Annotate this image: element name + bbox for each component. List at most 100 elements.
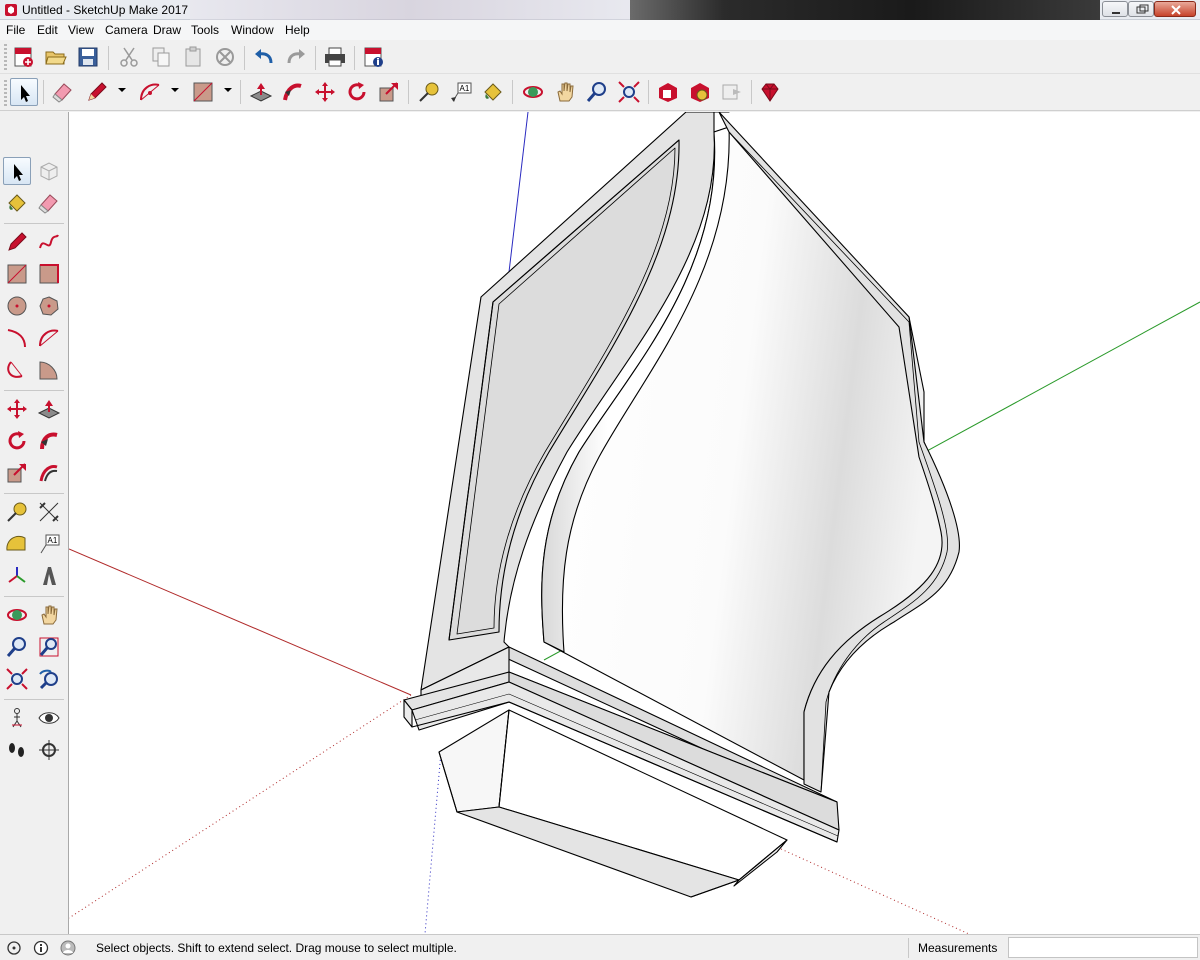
position-camera-tool-button[interactable] — [3, 704, 31, 732]
cut-button[interactable] — [115, 43, 143, 71]
erase-button[interactable] — [211, 43, 239, 71]
large-tool-set-toolbar: A1 — [0, 112, 69, 934]
svg-text:A1: A1 — [48, 536, 58, 545]
modeling-viewport[interactable] — [69, 112, 1200, 934]
circle-tool-button[interactable] — [3, 292, 31, 320]
arc-tool-button[interactable] — [3, 324, 31, 352]
previous-view-button[interactable] — [35, 665, 63, 693]
text-tool-button[interactable]: A1 — [447, 78, 475, 106]
svg-text:A1: A1 — [460, 84, 470, 93]
follow-me-tool-button[interactable] — [35, 427, 63, 455]
paint-bucket-tool-button[interactable] — [479, 78, 507, 106]
menu-help[interactable]: Help — [285, 23, 310, 37]
menu-file[interactable]: File — [6, 23, 25, 37]
minimize-icon — [1112, 12, 1120, 14]
orbit-icon — [523, 86, 543, 98]
geo-location-icon[interactable] — [6, 940, 22, 956]
pan-tool-button[interactable] — [35, 601, 63, 629]
zoom-extents-tool-button[interactable] — [615, 78, 643, 106]
pie-tool-button[interactable] — [35, 356, 63, 384]
make-component-button[interactable] — [35, 157, 63, 185]
chevron-down-icon[interactable] — [224, 86, 232, 94]
move-tool-button[interactable] — [3, 395, 31, 423]
select-tool-button[interactable] — [3, 157, 31, 185]
tape-measure-tool-button[interactable] — [415, 78, 443, 106]
orbit-tool-button[interactable] — [519, 78, 547, 106]
eraser-tool-button[interactable] — [35, 189, 63, 217]
measurements-input[interactable] — [1008, 937, 1198, 958]
dimension-tool-button[interactable] — [35, 498, 63, 526]
zoom-window-tool-button[interactable] — [35, 633, 63, 661]
corbel-model[interactable] — [403, 112, 960, 898]
layout-button[interactable] — [718, 78, 746, 106]
open-button[interactable] — [42, 43, 70, 71]
move-tool-button[interactable] — [311, 78, 339, 106]
blue-axis-dotted — [424, 751, 442, 934]
zoom-tool-button[interactable] — [583, 78, 611, 106]
zoom-extents-tool-button[interactable] — [3, 665, 31, 693]
extension-warehouse-button[interactable] — [686, 78, 714, 106]
rectangle-tool-button[interactable] — [3, 260, 31, 288]
follow-me-tool-button[interactable] — [279, 78, 307, 106]
tape-measure-icon — [7, 502, 27, 522]
model-info-button[interactable] — [360, 43, 388, 71]
restore-button[interactable] — [1128, 1, 1154, 17]
rectangle-tool-button[interactable] — [189, 78, 217, 106]
look-around-icon — [38, 712, 60, 724]
two-point-arc-tool-button[interactable] — [35, 324, 63, 352]
menu-draw[interactable]: Draw — [153, 23, 181, 37]
orbit-tool-button[interactable] — [3, 601, 31, 629]
rotate-tool-button[interactable] — [343, 78, 371, 106]
copy-button[interactable] — [147, 43, 175, 71]
toolbar-grip[interactable] — [4, 80, 7, 106]
paint-bucket-tool-button[interactable] — [3, 189, 31, 217]
model-canvas[interactable] — [69, 112, 1200, 934]
scale-tool-button[interactable] — [375, 78, 403, 106]
menu-edit[interactable]: Edit — [37, 23, 58, 37]
offset-tool-button[interactable] — [35, 459, 63, 487]
tape-measure-tool-button[interactable] — [3, 498, 31, 526]
menu-view[interactable]: View — [68, 23, 94, 37]
undo-button[interactable] — [250, 43, 278, 71]
menu-window[interactable]: Window — [231, 23, 274, 37]
eraser-tool-button[interactable] — [49, 78, 77, 106]
menu-camera[interactable]: Camera — [105, 23, 148, 37]
extension-manager-button[interactable] — [756, 78, 784, 106]
3d-warehouse-button[interactable] — [654, 78, 682, 106]
pencil-tool-button[interactable] — [83, 78, 111, 106]
minimize-button[interactable] — [1102, 1, 1128, 17]
chevron-down-icon[interactable] — [118, 86, 126, 94]
scale-tool-button[interactable] — [3, 459, 31, 487]
paste-button[interactable] — [179, 43, 207, 71]
print-button[interactable] — [321, 43, 349, 71]
save-button[interactable] — [74, 43, 102, 71]
redo-button[interactable] — [282, 43, 310, 71]
toolbar-grip[interactable] — [4, 44, 7, 70]
line-tool-button[interactable] — [3, 228, 31, 256]
pan-tool-button[interactable] — [551, 78, 579, 106]
freehand-tool-button[interactable] — [35, 228, 63, 256]
text-tool-button[interactable]: A1 — [35, 530, 63, 558]
chevron-down-icon[interactable] — [171, 86, 179, 94]
push-pull-tool-button[interactable] — [247, 78, 275, 106]
move-icon — [7, 399, 27, 419]
3d-text-tool-button[interactable] — [35, 562, 63, 590]
look-around-tool-button[interactable] — [35, 704, 63, 732]
select-tool-button[interactable] — [10, 78, 38, 106]
section-plane-tool-button[interactable] — [35, 736, 63, 764]
walk-tool-button[interactable] — [3, 736, 31, 764]
rotate-tool-button[interactable] — [3, 427, 31, 455]
user-account-icon[interactable] — [60, 940, 76, 956]
protractor-tool-button[interactable] — [3, 530, 31, 558]
arc-tool-button[interactable] — [136, 78, 164, 106]
zoom-tool-button[interactable] — [3, 633, 31, 661]
menu-tools[interactable]: Tools — [191, 23, 219, 37]
new-file-button[interactable] — [10, 43, 38, 71]
push-pull-tool-button[interactable] — [35, 395, 63, 423]
polygon-tool-button[interactable] — [35, 292, 63, 320]
credits-info-icon[interactable] — [33, 940, 49, 956]
rotated-rectangle-tool-button[interactable] — [35, 260, 63, 288]
close-button[interactable] — [1154, 1, 1196, 17]
three-point-arc-tool-button[interactable] — [3, 356, 31, 384]
axes-tool-button[interactable] — [3, 562, 31, 590]
